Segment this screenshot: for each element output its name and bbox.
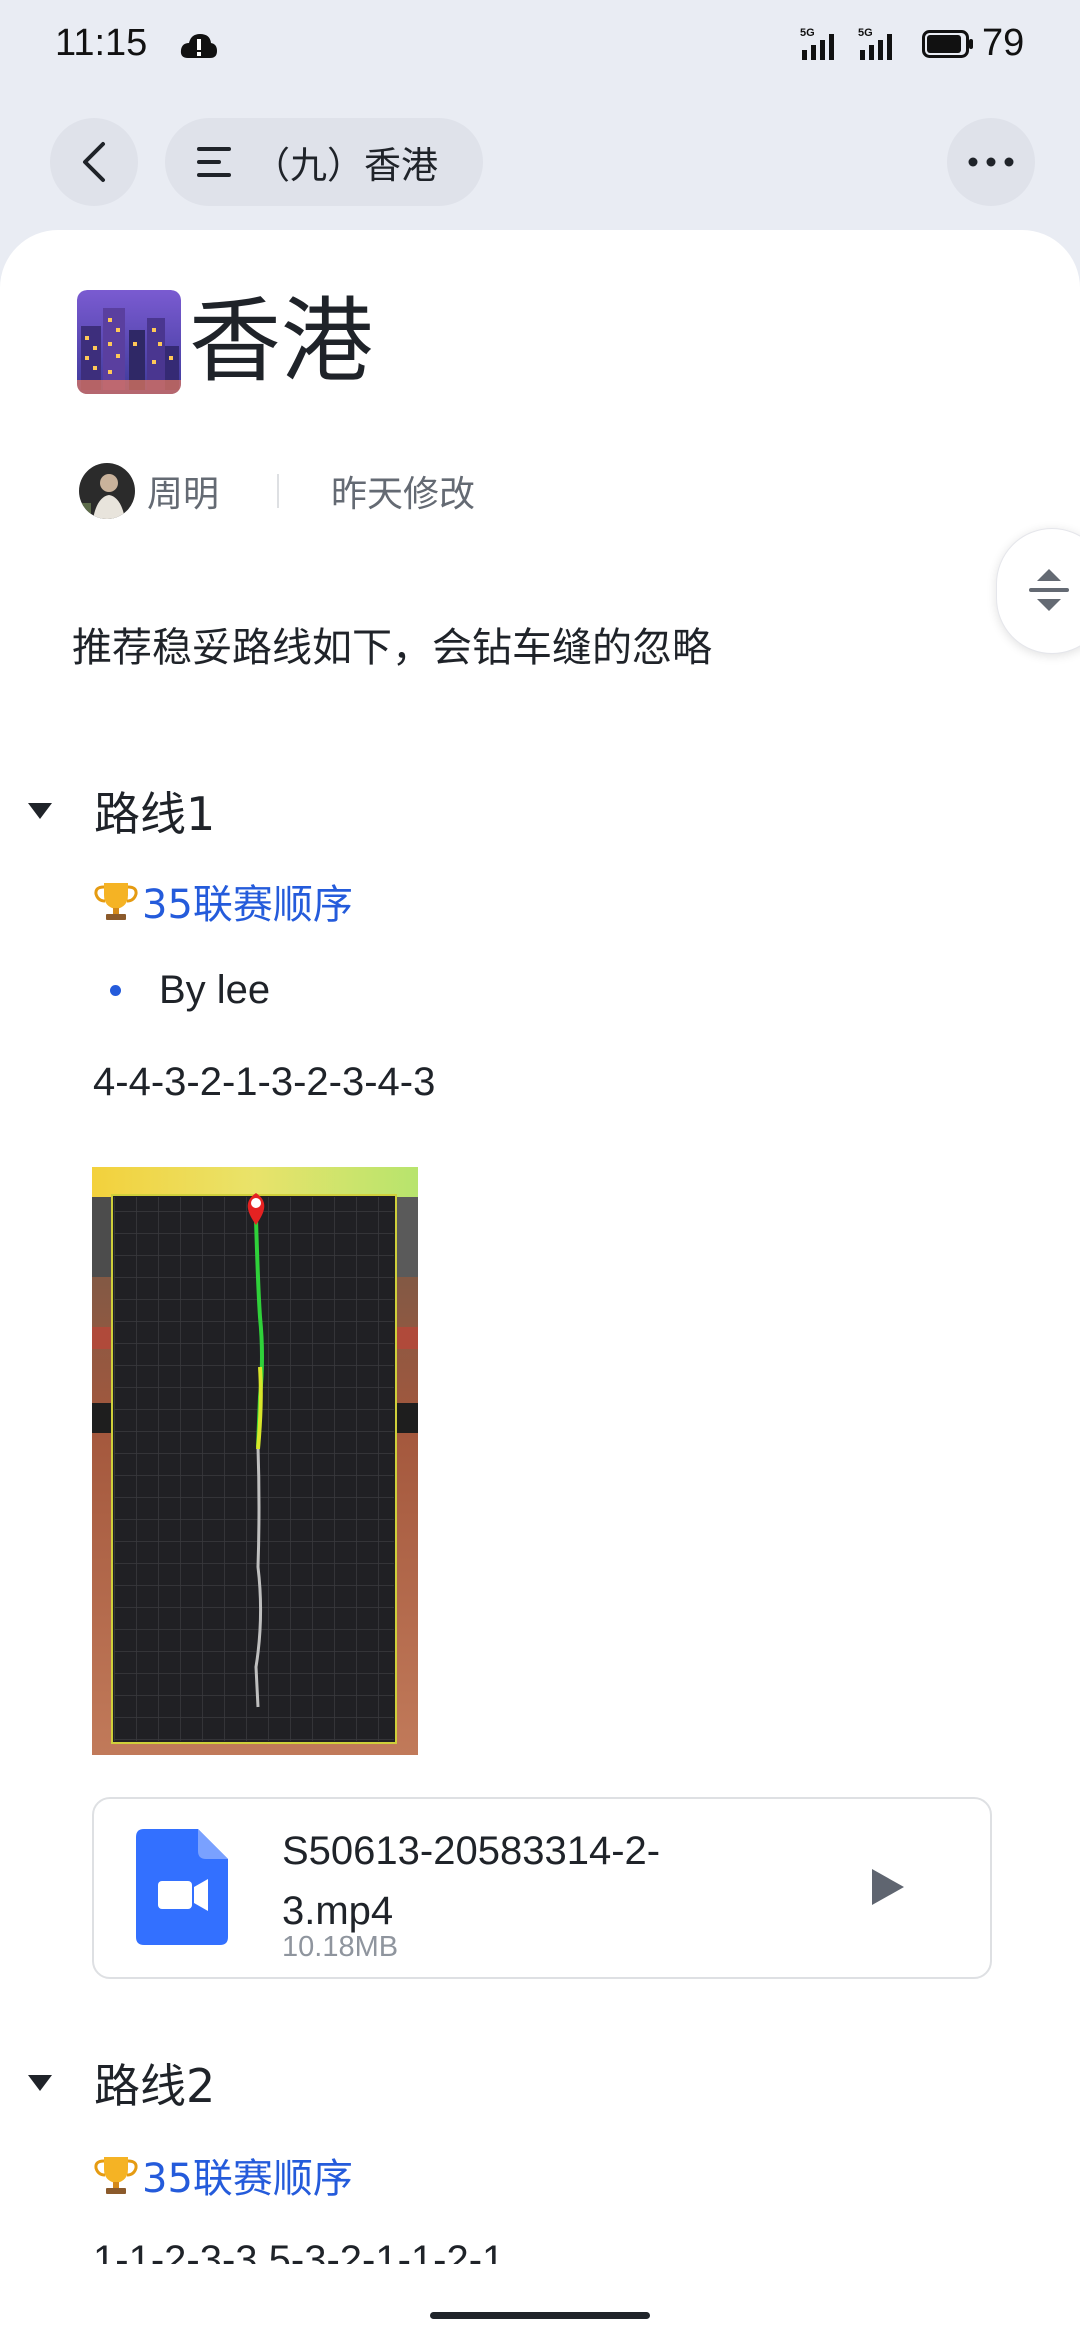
section-heading-route-2[interactable]: 路线2 [22,2050,215,2116]
collapse-expand-button[interactable] [996,528,1080,654]
status-time: 11:15 [55,22,148,64]
collapse-caret-icon[interactable] [22,2065,58,2101]
battery-percent: 79 [982,22,1025,64]
trophy-icon [94,883,138,920]
collapse-expand-icon [1029,569,1069,611]
route-map-graphic [92,1167,418,1755]
city-dusk-icon [77,290,181,394]
alert-cloud-icon [180,34,217,58]
signal-label-1: 5G [800,27,815,39]
route-map-image[interactable] [92,1167,418,1755]
attachment-file-name: S50613-20583314-2-3.mp4 [282,1829,661,1933]
outline-list-icon [197,147,231,177]
home-indicator[interactable] [430,2312,650,2319]
trophy-icon [94,2157,138,2194]
back-arrow-icon [83,142,105,182]
avatar[interactable] [79,463,135,519]
signal-5g-icon-2: 5G [858,27,892,60]
route-sequence: 4-4-3-2-1-3-2-3-4-3 [93,1060,436,1104]
page-title-row: 香港 [77,290,373,394]
more-button[interactable] [947,118,1035,206]
author-row: 周明 昨天修改 [79,462,475,520]
section-heading-route-1[interactable]: 路线1 [22,778,215,844]
intro-text: 推荐稳妥路线如下，会钻车缝的忽略 [72,625,712,671]
document-sheet: 香港 周明 昨天修改 推荐稳妥路线如下，会钻车缝的忽略 路线1 35联赛顺序 B… [0,230,1080,2340]
modified-time: 昨天修改 [331,474,476,515]
signal-label-2: 5G [858,27,873,39]
back-button[interactable] [50,118,138,206]
divider [277,474,280,508]
section-title: 路线2 [94,2059,216,2113]
league-order-link[interactable]: 35联赛顺序 [92,2146,353,2204]
collapse-caret-icon[interactable] [22,793,58,829]
battery-icon [922,30,973,58]
play-icon[interactable] [864,1865,908,1909]
signal-5g-icon-1: 5G [800,27,834,60]
more-dots-icon [968,157,1014,167]
status-bar: 11:15 5G 5G 79 [0,0,1080,96]
bullet-dot-icon [110,985,121,996]
breadcrumb-outline-button[interactable]: （九）香港 [165,118,483,206]
bullet-item: By lee [110,968,270,1013]
league-order-link-text[interactable]: 35联赛顺序 [142,2146,353,2204]
author-name[interactable]: 周明 [147,465,219,517]
page-title: 香港 [189,288,374,395]
video-attachment-card[interactable]: S50613-20583314-2-3.mp4 10.18MB [92,1797,992,1979]
bullet-text: By lee [159,968,271,1012]
bottom-mask [0,2264,1080,2340]
video-file-icon [136,1829,228,1945]
league-order-link[interactable]: 35联赛顺序 [92,872,353,930]
league-order-link-text[interactable]: 35联赛顺序 [142,872,353,930]
attachment-file-size: 10.18MB [282,1931,399,1963]
section-title: 路线1 [94,787,216,841]
breadcrumb: （九）香港 [253,144,438,187]
